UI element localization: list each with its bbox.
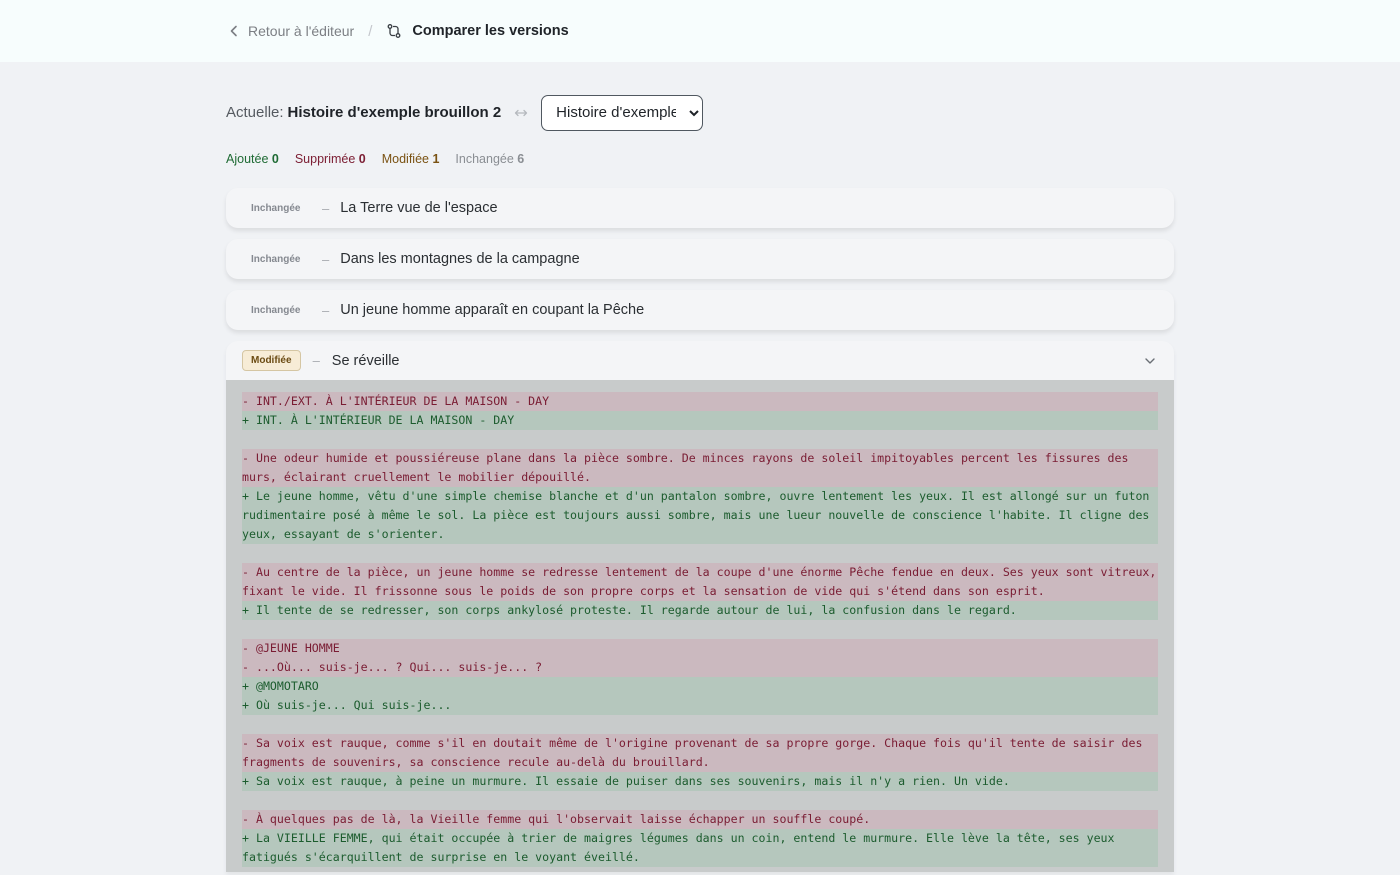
scene-card[interactable]: Inchangée – Un jeune homme apparaît en c… xyxy=(226,290,1174,330)
status-badge-modified: Modifiée xyxy=(242,350,301,371)
diff-stats: Ajoutée 0 Supprimée 0 Modifiée 1 Inchang… xyxy=(226,152,1174,166)
status-badge: Inchangée xyxy=(251,253,301,265)
diff-line-added: + @MOMOTARO xyxy=(242,677,1158,696)
scene-title: Un jeune homme apparaît en coupant la Pê… xyxy=(340,302,645,318)
compare-version-select[interactable]: Histoire d'exemple xyxy=(541,94,704,131)
scene-card[interactable]: Inchangée – Dans les montagnes de la cam… xyxy=(226,239,1174,279)
modified-scene-header[interactable]: Modifiée – Se réveille xyxy=(226,341,1174,380)
diff-block: - Au centre de la pièce, un jeune homme … xyxy=(242,563,1158,620)
diff-line-removed: - INT./EXT. À L'INTÉRIEUR DE LA MAISON -… xyxy=(242,392,1158,411)
diff-line-removed: - @JEUNE HOMME xyxy=(242,639,1158,658)
scene-title: Se réveille xyxy=(331,352,400,369)
scene-dash: – xyxy=(322,200,330,216)
chevron-down-icon[interactable] xyxy=(1144,355,1156,367)
stat-removed: Supprimée 0 xyxy=(294,152,366,166)
diff-line-added: + Le jeune homme, vêtu d'une simple chem… xyxy=(242,487,1158,544)
status-badge: Inchangée xyxy=(251,304,301,316)
scene-card[interactable]: Inchangée – La Terre vue de l'espace xyxy=(226,188,1174,228)
scene-list: Inchangée – La Terre vue de l'espace Inc… xyxy=(226,188,1174,872)
diff-line-removed: - Une odeur humide et poussiéreuse plane… xyxy=(242,449,1158,487)
git-compare-icon xyxy=(387,24,401,38)
diff-line-added: + Il tente de se redresser, son corps an… xyxy=(242,601,1158,620)
swap-arrows-icon xyxy=(515,109,528,116)
scene-dash: – xyxy=(312,353,320,368)
diff-line-removed: - ...Où... suis-je... ? Qui... suis-je..… xyxy=(242,658,1158,677)
page-title: Comparer les versions xyxy=(412,23,569,39)
breadcrumb-separator: / xyxy=(368,22,373,40)
diff-block: - @JEUNE HOMME - ...Où... suis-je... ? Qu… xyxy=(242,639,1158,715)
current-version-name: Histoire d'exemple brouillon 2 xyxy=(287,104,502,121)
status-badge: Inchangée xyxy=(251,202,301,214)
diff-line-removed: - À quelques pas de là, la Vieille femme… xyxy=(242,810,1158,829)
diff-line-added: + La VIEILLE FEMME, qui était occupée à … xyxy=(242,829,1158,867)
scene-title: Dans les montagnes de la campagne xyxy=(340,251,580,267)
diff-block: - INT./EXT. À L'INTÉRIEUR DE LA MAISON -… xyxy=(242,392,1158,430)
top-bar: Retour à l'éditeur / Comparer les versio… xyxy=(0,0,1400,62)
chevron-left-icon xyxy=(230,25,237,37)
stat-added: Ajoutée 0 xyxy=(226,152,279,166)
diff-block: - Sa voix est rauque, comme s'il en dout… xyxy=(242,734,1158,791)
version-row: Actuelle: Histoire d'exemple brouillon 2… xyxy=(226,94,1174,131)
modified-scene-card: Modifiée – Se réveille - INT./EXT. À L'I… xyxy=(226,341,1174,872)
stat-modified: Modifiée 1 xyxy=(381,152,440,166)
current-version-label: Actuelle: xyxy=(226,104,284,121)
diff-view: - INT./EXT. À L'INTÉRIEUR DE LA MAISON -… xyxy=(226,380,1174,872)
diff-line-removed: - Au centre de la pièce, un jeune homme … xyxy=(242,563,1158,601)
scene-title: La Terre vue de l'espace xyxy=(340,200,498,216)
back-link-label: Retour à l'éditeur xyxy=(248,23,355,39)
diff-line-added: + Où suis-je... Qui suis-je... xyxy=(242,696,1158,715)
diff-line-added: + Sa voix est rauque, à peine un murmure… xyxy=(242,772,1158,791)
diff-line-added: + INT. À L'INTÉRIEUR DE LA MAISON - DAY xyxy=(242,411,1158,430)
diff-block: - Une odeur humide et poussiéreuse plane… xyxy=(242,449,1158,544)
diff-line-removed: - Sa voix est rauque, comme s'il en dout… xyxy=(242,734,1158,772)
back-to-editor-link[interactable]: Retour à l'éditeur xyxy=(228,23,354,39)
scene-dash: – xyxy=(322,251,330,267)
scene-dash: – xyxy=(322,302,330,318)
compare-main: Actuelle: Histoire d'exemple brouillon 2… xyxy=(226,94,1174,872)
stat-unchanged: Inchangée 6 xyxy=(455,152,525,166)
diff-block: - À quelques pas de là, la Vieille femme… xyxy=(242,810,1158,867)
